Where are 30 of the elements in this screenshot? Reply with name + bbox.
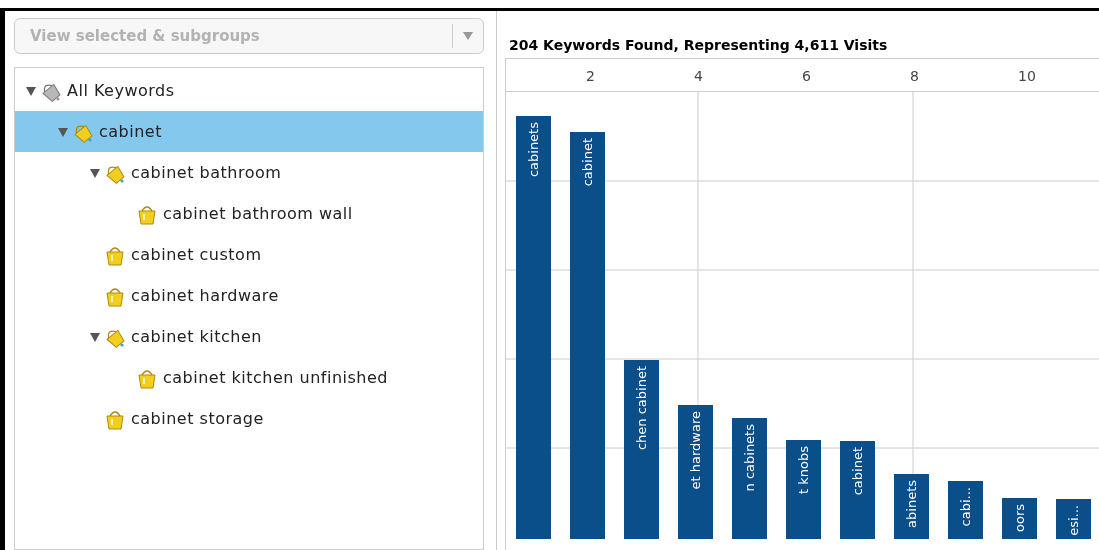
caret-down-icon[interactable] — [57, 126, 69, 137]
tree-item[interactable]: cabinet — [15, 111, 483, 152]
bar-label: n cabinets — [740, 424, 758, 492]
bar-label: cabinets — [524, 122, 542, 178]
bar-label: cabi... — [956, 487, 974, 527]
axis-tick-label: 6 — [802, 67, 811, 86]
tree-item[interactable]: cabinet kitchen unfinished — [15, 357, 483, 398]
axis-tick-label: 2 — [586, 67, 595, 86]
bar-label: et hardware — [686, 411, 704, 490]
chart-title: 204 Keywords Found, Representing 4,611 Visits — [509, 36, 889, 55]
bar-label: oors — [1010, 504, 1028, 533]
tree-item[interactable]: All Keywords — [15, 70, 483, 111]
bar-label: t knobs — [794, 446, 812, 494]
tree-item[interactable]: cabinet bathroom wall — [15, 193, 483, 234]
bar-label: abinets — [902, 480, 920, 528]
axis-tick-label: 10 — [1018, 67, 1036, 86]
caret-down-icon[interactable] — [89, 331, 101, 342]
caret-down-icon[interactable] — [25, 85, 37, 96]
tree-item[interactable]: cabinet custom — [15, 234, 483, 275]
tree-item[interactable]: cabinet bathroom — [15, 152, 483, 193]
tree-item[interactable]: cabinet hardware — [15, 275, 483, 316]
bar-label: cabinet — [848, 447, 866, 496]
bar-label: esi... — [1064, 505, 1082, 536]
tree-item[interactable]: cabinet storage — [15, 398, 483, 439]
bar-label: cabinet — [578, 138, 596, 187]
tree-item[interactable]: cabinet kitchen — [15, 316, 483, 357]
axis-tick-label: 4 — [694, 67, 703, 86]
bar-label: chen cabinet — [632, 366, 650, 451]
caret-down-icon[interactable] — [89, 167, 101, 178]
axis-tick-label: 8 — [910, 67, 919, 86]
